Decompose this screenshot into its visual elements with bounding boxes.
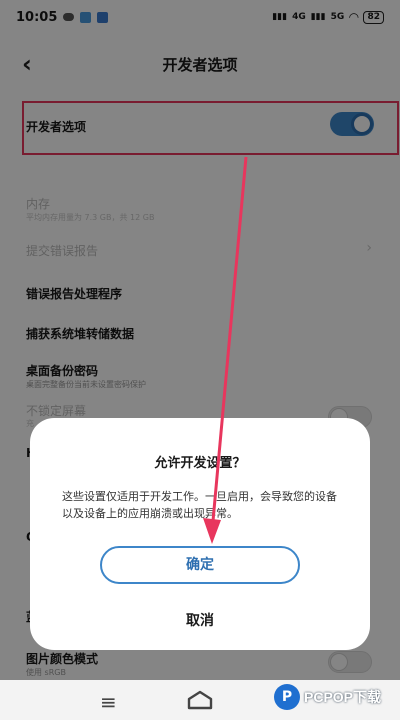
annotation-arrow (203, 156, 248, 544)
watermark-text: PCPOP下载 (304, 689, 382, 705)
pcpop-logo-icon: P (274, 684, 300, 710)
pcpop-watermark: P PCPOP下载 (274, 684, 381, 710)
